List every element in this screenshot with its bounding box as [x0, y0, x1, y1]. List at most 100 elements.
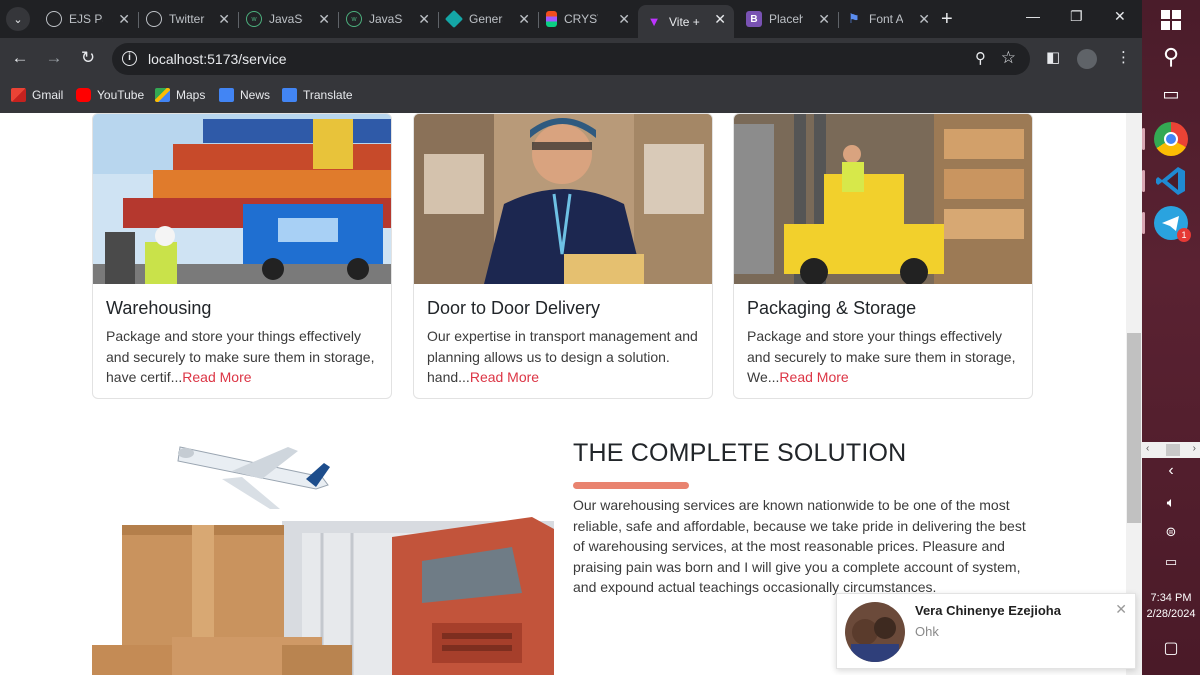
tab-ejs[interactable]: EJS Par ✕ [38, 5, 138, 33]
card-description: Package and store your things effectivel… [106, 328, 375, 385]
service-card-delivery: Door to Door Delivery Our expertise in t… [413, 113, 713, 399]
chevron-left-icon[interactable]: ‹ [1142, 462, 1200, 480]
card-description: Our expertise in transport management an… [427, 328, 698, 385]
side-panel-icon[interactable]: ◧ [1046, 48, 1060, 66]
translate-icon [282, 88, 297, 102]
zoom-icon[interactable]: ⚲ [975, 49, 986, 67]
tab-search-chevron-icon[interactable]: ⌄ [6, 7, 30, 31]
card-title: Warehousing [106, 298, 212, 318]
logistics-illustration [92, 433, 554, 675]
close-tab-icon[interactable]: ✕ [618, 11, 630, 28]
bookmarks-bar: Gmail YouTube Maps News Translate [0, 80, 1142, 113]
battery-icon[interactable]: ▭ [1142, 554, 1200, 570]
bookmark-translate[interactable]: Translate [282, 88, 353, 102]
active-app-indicator [1142, 170, 1145, 192]
delivery-image [414, 114, 712, 284]
tab-placeholder[interactable]: B Placeh ✕ [738, 5, 838, 33]
forward-icon[interactable]: → [43, 48, 65, 68]
read-more-link[interactable]: Read More [470, 369, 539, 385]
page-scrollbar[interactable] [1126, 113, 1142, 675]
scroll-left-icon[interactable]: ‹ [1146, 443, 1149, 454]
bookmark-star-icon[interactable]: ☆ [1001, 48, 1016, 68]
menu-kebab-icon[interactable]: ⋮ [1116, 48, 1131, 66]
card-title: Packaging & Storage [747, 298, 917, 318]
windows-taskbar: ⚲ ▭ 1 ‹ › ‹ 🔈︎ ⊜ ▭ 7:34 PM 2/28/2024 ▢ [1142, 0, 1200, 675]
bookmark-maps[interactable]: Maps [155, 88, 205, 102]
sender-name: Vera Chinenye Ezejioha [915, 603, 1061, 618]
taskbar-scroll[interactable]: ‹ › [1142, 442, 1200, 458]
close-tab-icon[interactable]: ✕ [818, 11, 830, 28]
telegram-icon[interactable]: 1 [1154, 206, 1191, 242]
tab-twitter[interactable]: Twitter ✕ [138, 5, 238, 33]
maps-icon [155, 88, 170, 102]
service-card-warehousing: Warehousing Package and store your thing… [92, 113, 392, 399]
new-tab-icon[interactable]: + [941, 8, 953, 31]
tab-generate[interactable]: Genera ✕ [438, 5, 538, 33]
read-more-link[interactable]: Read More [779, 369, 848, 385]
bootstrap-icon: B [746, 11, 762, 27]
close-tab-icon[interactable]: ✕ [218, 11, 230, 28]
back-icon[interactable]: ← [9, 48, 31, 68]
gmail-icon [11, 88, 26, 102]
globe-icon [146, 11, 162, 27]
bookmark-gmail[interactable]: Gmail [11, 88, 63, 102]
network-icon[interactable]: ⊜ [1142, 524, 1200, 540]
warehousing-image [93, 114, 391, 284]
close-tab-icon[interactable]: ✕ [118, 11, 130, 28]
avatar [845, 602, 905, 662]
read-more-link[interactable]: Read More [182, 369, 251, 385]
browser-toolbar: ← → ↻ i localhost:5173/service ⚲ ☆ ◧ ⋮ [0, 38, 1142, 80]
bookmark-news[interactable]: News [219, 88, 270, 102]
active-app-indicator [1142, 128, 1145, 150]
profile-avatar[interactable] [1077, 49, 1097, 69]
tab-javascript-1[interactable]: w JavaScr ✕ [238, 5, 338, 33]
restore-icon[interactable]: ❐ [1070, 8, 1083, 25]
close-tab-icon[interactable]: ✕ [918, 11, 930, 28]
message-notification[interactable]: Vera Chinenye Ezejioha Ohk ✕ [836, 593, 1136, 669]
globe-icon [46, 11, 62, 27]
service-card-packaging: Packaging & Storage Package and store yo… [733, 113, 1033, 399]
vite-icon: ▼ [647, 14, 661, 29]
w3-icon: w [246, 11, 262, 27]
diamond-icon [444, 9, 464, 29]
close-tab-icon[interactable]: ✕ [518, 11, 530, 28]
tab-crystal[interactable]: CRYST ✕ [538, 5, 638, 33]
close-window-icon[interactable]: ✕ [1114, 8, 1126, 25]
youtube-icon [76, 88, 91, 102]
scroll-right-icon[interactable]: › [1193, 443, 1196, 454]
scrollbar-thumb[interactable] [1127, 333, 1141, 523]
vscode-icon[interactable] [1154, 164, 1188, 198]
scroll-thumb[interactable] [1166, 444, 1180, 456]
task-view-icon[interactable]: ▭ [1142, 84, 1200, 105]
close-notification-icon[interactable]: ✕ [1115, 601, 1127, 618]
flag-icon: ⚑ [848, 11, 860, 26]
clock[interactable]: 7:34 PM 2/28/2024 [1142, 590, 1200, 622]
message-preview: Ohk [915, 624, 939, 639]
card-title: Door to Door Delivery [427, 298, 601, 318]
close-tab-icon[interactable]: ✕ [714, 11, 726, 28]
url-text[interactable]: localhost:5173/service [148, 51, 287, 67]
tab-strip: ⌄ EJS Par ✕ Twitter ✕ w JavaScr ✕ w Java… [0, 0, 1142, 38]
news-icon [219, 88, 234, 102]
section-body: Our warehousing services are known natio… [573, 497, 1026, 595]
reload-icon[interactable]: ↻ [77, 48, 99, 68]
site-info-icon[interactable]: i [122, 51, 137, 66]
close-tab-icon[interactable]: ✕ [418, 11, 430, 28]
tab-font-awesome[interactable]: ⚑ Font A ✕ [838, 5, 938, 33]
chrome-icon[interactable] [1154, 122, 1188, 156]
unread-badge: 1 [1177, 228, 1191, 242]
close-tab-icon[interactable]: ✕ [318, 11, 330, 28]
minimize-icon[interactable]: — [1026, 8, 1040, 24]
tab-vite-active[interactable]: ▼ Vite + ✕ [638, 5, 734, 38]
packaging-image [734, 114, 1032, 284]
notifications-icon[interactable]: ▢ [1142, 638, 1200, 658]
address-bar[interactable]: i localhost:5173/service ⚲ ☆ [112, 43, 1030, 75]
tab-javascript-2[interactable]: w JavaScr ✕ [338, 5, 438, 33]
bookmark-youtube[interactable]: YouTube [76, 88, 144, 102]
figma-icon [546, 11, 557, 27]
search-icon[interactable]: ⚲ [1142, 44, 1200, 70]
volume-icon[interactable]: 🔈︎ [1142, 494, 1200, 511]
airplane-illustration [177, 446, 330, 509]
windows-start-icon[interactable] [1142, 8, 1200, 35]
card-description: Package and store your things effectivel… [747, 328, 1016, 385]
